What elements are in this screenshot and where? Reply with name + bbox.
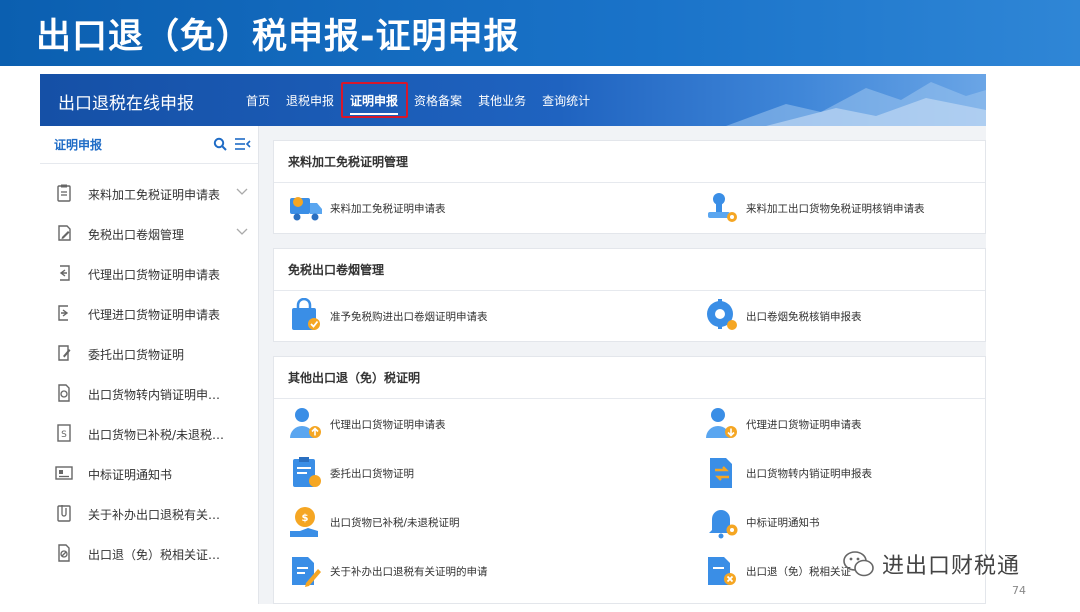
doc-slash-icon: [58, 544, 70, 562]
svg-text:$: $: [302, 513, 309, 524]
entry-label: 出口货物转内销证明申报表: [746, 467, 872, 480]
section-title: 来料加工免税证明管理: [274, 141, 985, 183]
doc-export-icon: [59, 265, 70, 281]
section-cigarette: 免税出口卷烟管理 准予免税购进出口卷烟证明申请表 出口卷烟免税核销申报表: [273, 248, 986, 342]
slide-title-bar: 出口退（免）税申报-证明申报: [0, 0, 1080, 66]
clip-doc-icon: [57, 505, 71, 522]
hand-tax-icon: $: [290, 507, 318, 537]
entry-agent-import[interactable]: 代理进口货物证明申请表: [704, 406, 862, 442]
sidebar-item-label: 中标证明通知书: [88, 468, 173, 482]
sidebar-item-agent-export[interactable]: 代理出口货物证明申请表: [40, 256, 259, 290]
nav-home[interactable]: 首页: [246, 92, 270, 109]
search-icon[interactable]: [213, 137, 227, 151]
nav-highlight-box: [341, 82, 408, 118]
entry-tax-paid[interactable]: $ 出口货物已补税/未退税证明: [288, 504, 460, 540]
wechat-icon: [843, 551, 874, 577]
entry-label: 代理进口货物证明申请表: [746, 418, 862, 431]
entry-label: 委托出口货物证明: [330, 467, 414, 480]
collapse-menu-icon[interactable]: [235, 138, 251, 150]
app-header: 出口退税在线申报 首页 退税申报 证明申报 资格备案 其他业务 查询统计: [40, 74, 986, 126]
entry-label: 中标证明通知书: [746, 516, 820, 529]
edit-doc-icon: [58, 225, 71, 241]
entry-label: 来料加工免税证明申请表: [330, 202, 446, 215]
bell-gear-icon: [709, 510, 738, 539]
page-number: 74: [1012, 584, 1026, 597]
nav-statistics[interactable]: 查询统计: [542, 92, 590, 109]
watermark: 进出口财税通: [842, 548, 1020, 580]
sidebar-title: 证明申报: [54, 138, 103, 152]
nav-qualification[interactable]: 资格备案: [414, 92, 462, 109]
id-card-icon: [55, 466, 73, 480]
svg-text:S: S: [61, 430, 67, 440]
entry-related-cert[interactable]: 出口退（免）税相关证: [704, 553, 851, 589]
clipboard-icon: [57, 184, 71, 202]
stamp-gear-icon: [708, 193, 737, 222]
doc-dollar-icon: S: [57, 424, 71, 442]
entry-bid-notice[interactable]: 中标证明通知书: [704, 504, 820, 540]
doc-close-icon: [708, 557, 736, 585]
sidebar: 证明申报 来料加工免税证明申请表 免税出口卷烟管理 代理出口货物证明申请表 代理…: [40, 126, 259, 604]
entry-entrusted-export[interactable]: 委托出口货物证明: [288, 455, 414, 491]
sidebar-item-reissue[interactable]: 关于补办出口退税有关…: [40, 496, 259, 530]
entry-cigarette-purchase[interactable]: 准予免税购进出口卷烟证明申请表: [288, 298, 488, 334]
watermark-text: 进出口财税通: [882, 554, 1021, 579]
doc-swap-icon: [710, 458, 732, 488]
sidebar-item-label: 代理出口货物证明申请表: [88, 268, 221, 282]
gear-user-icon: [707, 299, 737, 330]
sidebar-item-label: 免税出口卷烟管理: [88, 228, 185, 242]
doc-cycle-icon: [58, 384, 70, 402]
sidebar-item-label: 委托出口货物证明: [88, 348, 185, 362]
sidebar-item-label: 出口货物转内销证明申…: [88, 388, 221, 402]
mountain-decoration: [726, 82, 986, 126]
user-upload-icon: [290, 408, 321, 438]
entry-processing-cert-apply[interactable]: 来料加工免税证明申请表: [288, 190, 446, 226]
entry-label: 出口退（免）税相关证: [746, 565, 851, 578]
sidebar-item-label: 出口货物已补税/未退税…: [88, 428, 225, 442]
sidebar-item-processing-cert[interactable]: 来料加工免税证明申请表: [40, 176, 259, 210]
doc-import-icon: [58, 305, 69, 321]
clipboard-user-icon: [293, 457, 321, 487]
entry-label: 代理出口货物证明申请表: [330, 418, 446, 431]
entry-reissue[interactable]: 关于补办出口退税有关证明的申请: [288, 553, 488, 589]
section-title: 其他出口退（免）税证明: [274, 357, 985, 399]
entry-label: 来料加工出口货物免税证明核销申请表: [746, 202, 925, 215]
chevron-down-icon[interactable]: [236, 228, 248, 236]
slide-title: 出口退（免）税申报-证明申报: [36, 17, 520, 57]
entry-cigarette-verify[interactable]: 出口卷烟免税核销申报表: [704, 298, 862, 334]
sidebar-item-domestic-sale[interactable]: 出口货物转内销证明申…: [40, 376, 259, 410]
entry-domestic-sale[interactable]: 出口货物转内销证明申报表: [704, 455, 872, 491]
sidebar-item-cigarette[interactable]: 免税出口卷烟管理: [40, 216, 259, 250]
truck-icon: [290, 197, 322, 221]
sidebar-item-agent-import[interactable]: 代理进口货物证明申请表: [40, 296, 259, 330]
chevron-down-icon[interactable]: [236, 188, 248, 196]
shopping-bag-check-icon: [292, 298, 320, 330]
sidebar-item-label: 关于补办出口退税有关…: [88, 508, 221, 522]
entry-label: 出口货物已补税/未退税证明: [330, 516, 460, 529]
sidebar-item-related-cert[interactable]: 出口退（免）税相关证…: [40, 536, 259, 570]
sidebar-item-label: 代理进口货物证明申请表: [88, 308, 221, 322]
entry-label: 准予免税购进出口卷烟证明申请表: [330, 310, 488, 323]
entry-label: 关于补办出口退税有关证明的申请: [330, 565, 488, 578]
sidebar-item-label: 出口退（免）税相关证…: [88, 548, 221, 562]
sidebar-item-tax-paid[interactable]: S 出口货物已补税/未退税…: [40, 416, 259, 450]
sidebar-item-label: 来料加工免税证明申请表: [88, 188, 221, 202]
entry-processing-verify[interactable]: 来料加工出口货物免税证明核销申请表: [704, 190, 925, 226]
sidebar-item-bid-notice[interactable]: 中标证明通知书: [40, 456, 259, 490]
sidebar-item-entrusted-export[interactable]: 委托出口货物证明: [40, 336, 259, 370]
app-window: 出口退税在线申报 首页 退税申报 证明申报 资格备案 其他业务 查询统计 证明申…: [40, 74, 986, 604]
app-title: 出口退税在线申报: [58, 94, 194, 114]
main-nav: 首页 退税申报 证明申报 资格备案 其他业务 查询统计: [246, 74, 606, 126]
sidebar-header: 证明申报: [40, 126, 258, 164]
entry-agent-export[interactable]: 代理出口货物证明申请表: [288, 406, 446, 442]
section-title: 免税出口卷烟管理: [274, 249, 985, 291]
doc-pen-icon: [292, 557, 321, 587]
nav-tax-refund[interactable]: 退税申报: [286, 92, 334, 109]
nav-other[interactable]: 其他业务: [478, 92, 526, 109]
pen-doc-icon: [58, 345, 71, 361]
user-download-icon: [706, 408, 737, 438]
entry-label: 出口卷烟免税核销申报表: [746, 310, 862, 323]
section-processing: 来料加工免税证明管理 来料加工免税证明申请表 来料加工出口货物免税证明核销申请表: [273, 140, 986, 234]
